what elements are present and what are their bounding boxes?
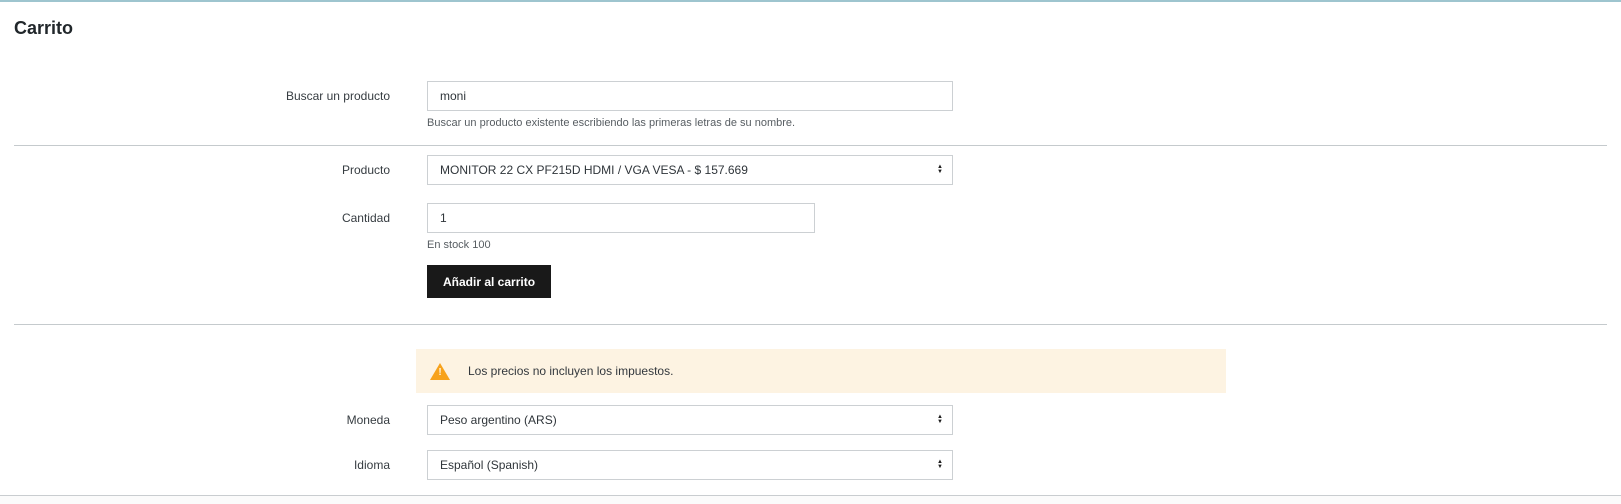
quantity-control: En stock 100 <box>427 203 815 251</box>
quantity-label: Cantidad <box>341 211 390 225</box>
warning-icon: ! <box>430 362 450 380</box>
product-select[interactable]: MONITOR 22 CX PF215D HDMI / VGA VESA - $… <box>427 155 953 185</box>
product-select-value: MONITOR 22 CX PF215D HDMI / VGA VESA - $… <box>440 163 748 177</box>
currency-label: Moneda <box>346 413 390 427</box>
footer-strip <box>0 496 1621 504</box>
tax-warning-text: Los precios no incluyen los impuestos. <box>468 364 674 378</box>
add-to-cart-button[interactable]: Añadir al carrito <box>427 265 552 298</box>
search-product-input[interactable] <box>427 81 953 111</box>
top-accent-bar <box>0 0 1621 2</box>
page-title: Carrito <box>14 18 74 38</box>
currency-row: Moneda Peso argentino (ARS) ▲ ▼ <box>14 405 1607 435</box>
search-product-help: Buscar un producto existente escribiendo… <box>427 117 796 129</box>
currency-select-value: Peso argentino (ARS) <box>440 413 557 427</box>
quantity-input[interactable] <box>427 203 815 233</box>
language-select[interactable]: Español (Spanish) ▲ ▼ <box>427 450 953 480</box>
currency-select[interactable]: Peso argentino (ARS) ▲ ▼ <box>427 405 953 435</box>
language-select-value: Español (Spanish) <box>440 458 539 472</box>
section-divider <box>14 324 1607 325</box>
select-arrows-icon: ▲ ▼ <box>937 414 943 425</box>
add-to-cart-row: Añadir al carrito <box>14 265 1607 298</box>
language-row: Idioma Español (Spanish) ▲ ▼ <box>14 450 1607 480</box>
search-product-label: Buscar un producto <box>285 89 390 103</box>
product-label: Producto <box>341 163 390 177</box>
tax-warning-banner: ! Los precios no incluyen los impuestos. <box>416 349 1226 393</box>
cart-page: Carrito Buscar un producto Buscar un pro… <box>0 16 1621 480</box>
select-arrows-icon: ▲ ▼ <box>937 164 943 175</box>
warning-banner-row: ! Los precios no incluyen los impuestos. <box>14 349 1607 393</box>
section-divider <box>14 145 1607 146</box>
language-label: Idioma <box>353 458 390 472</box>
quantity-stock-help: En stock 100 <box>427 239 491 251</box>
quantity-row: Cantidad En stock 100 <box>14 203 1607 251</box>
product-row: Producto MONITOR 22 CX PF215D HDMI / VGA… <box>14 155 1607 185</box>
search-product-row: Buscar un producto Buscar un producto ex… <box>14 81 1607 129</box>
search-product-control: Buscar un producto existente escribiendo… <box>427 81 953 129</box>
select-arrows-icon: ▲ ▼ <box>937 459 943 470</box>
